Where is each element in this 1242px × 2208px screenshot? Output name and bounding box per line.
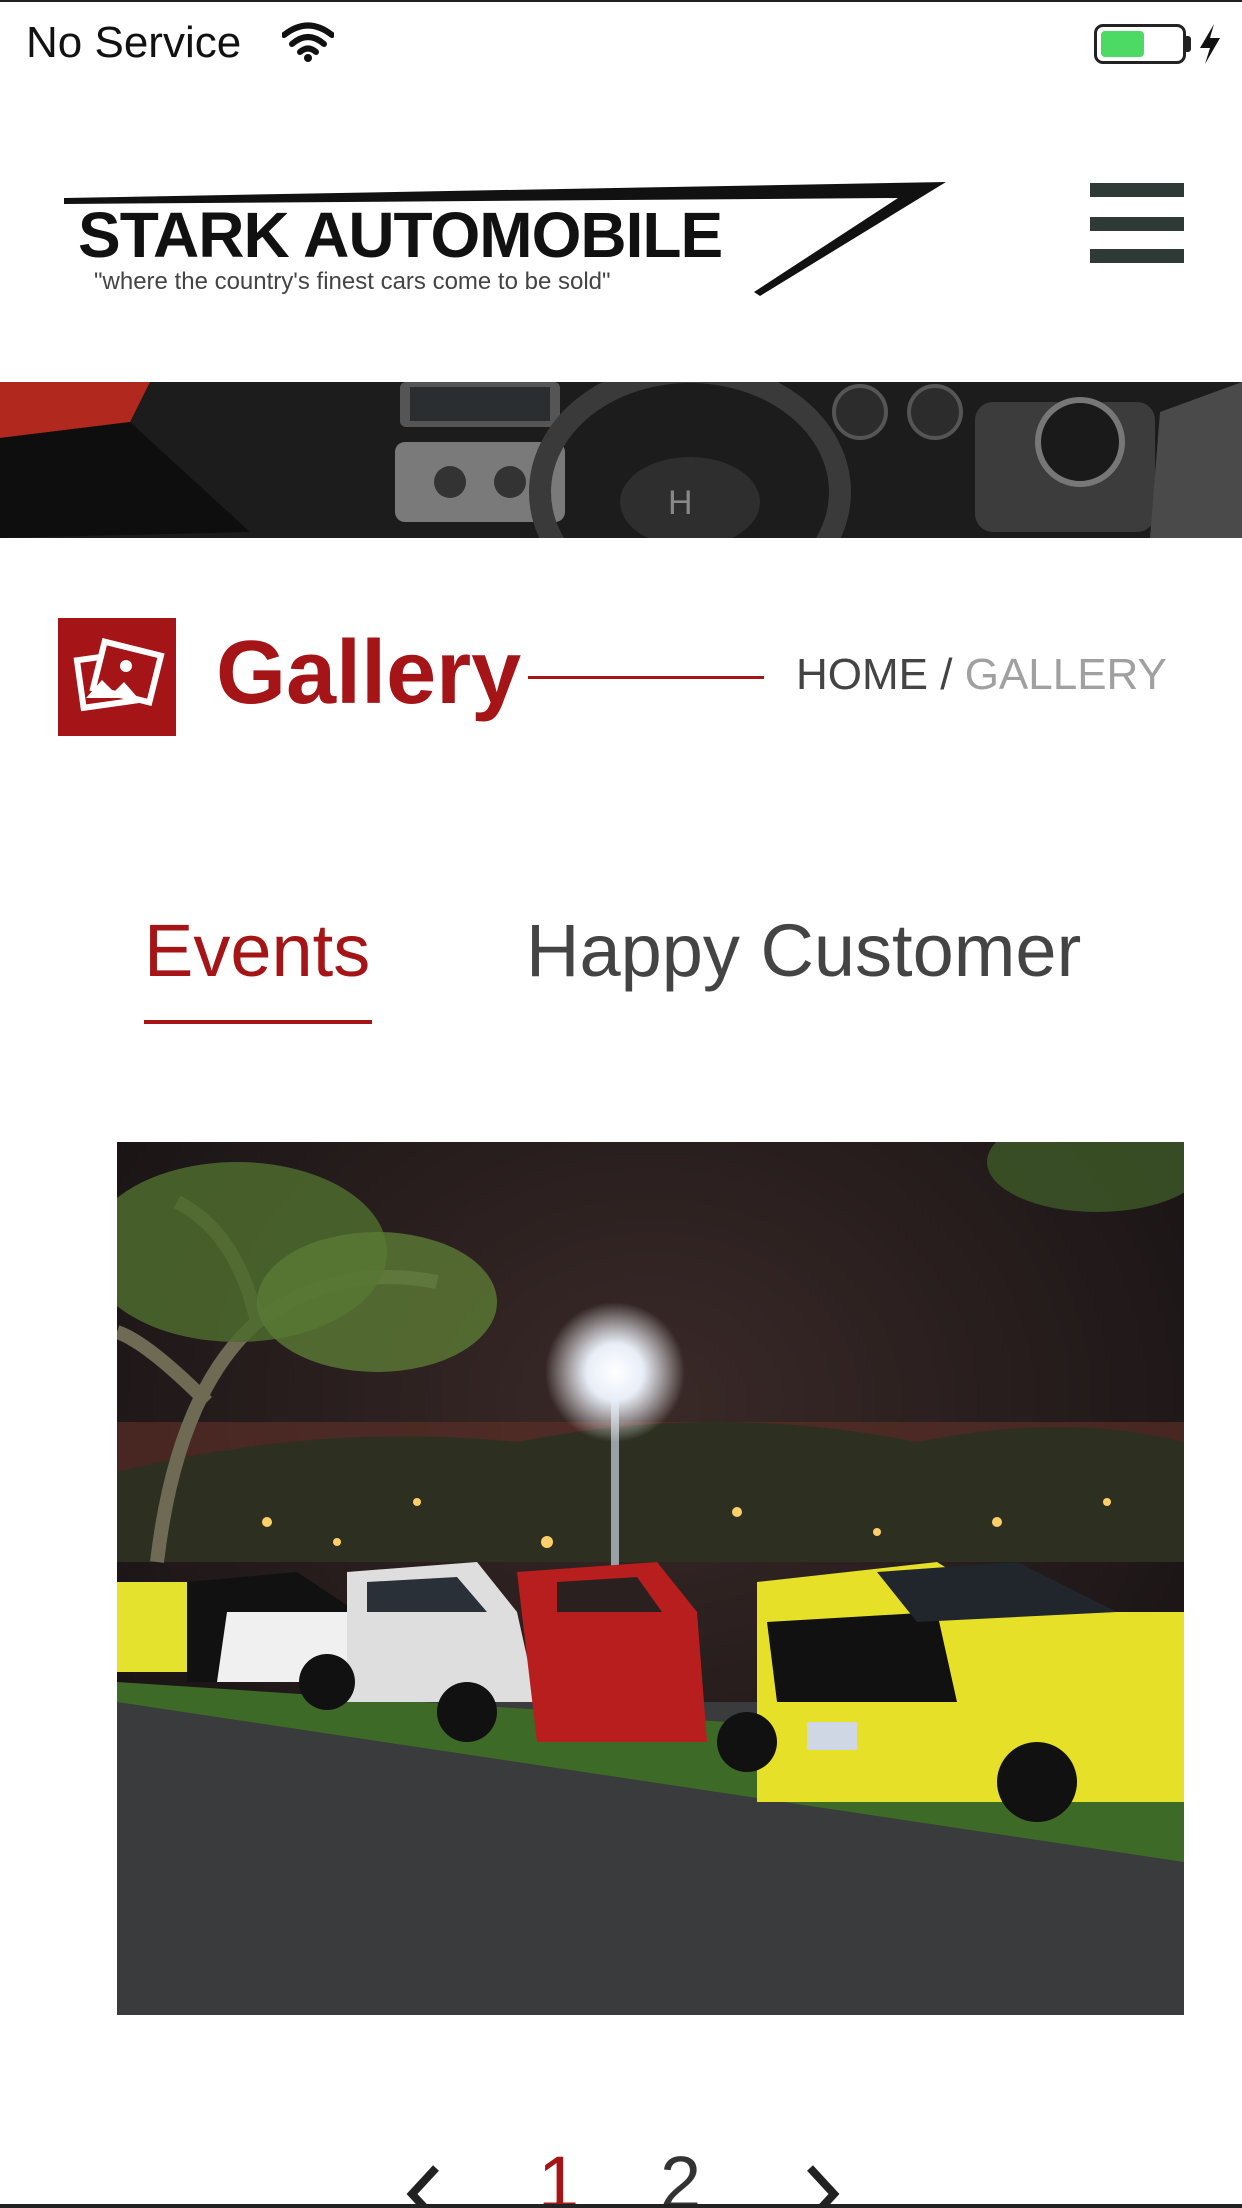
breadcrumb-separator: / bbox=[928, 650, 965, 699]
status-bar: No Service bbox=[0, 0, 1242, 84]
hamburger-menu-icon[interactable] bbox=[1090, 183, 1184, 263]
charging-bolt-icon bbox=[1200, 24, 1220, 64]
site-logo[interactable]: STARK AUTOMOBILE "where the country's fi… bbox=[60, 176, 950, 306]
carrier-label: No Service bbox=[26, 18, 242, 67]
pagination-page-2[interactable]: 2 bbox=[660, 2140, 701, 2208]
svg-text:H: H bbox=[668, 484, 693, 522]
gallery-icon bbox=[58, 618, 176, 736]
dashboard-illustration: H bbox=[0, 382, 1242, 538]
pagination-next-icon[interactable] bbox=[796, 2160, 846, 2208]
breadcrumb-current: GALLERY bbox=[964, 650, 1167, 699]
breadcrumb: HOME / GALLERY bbox=[796, 650, 1167, 700]
tab-events[interactable]: Events bbox=[144, 908, 370, 993]
header-banner-image: H bbox=[0, 382, 1242, 538]
pagination-prev-icon[interactable] bbox=[400, 2160, 450, 2208]
breadcrumb-home-link[interactable]: HOME bbox=[796, 650, 928, 699]
active-tab-indicator bbox=[144, 1020, 372, 1024]
battery-icon bbox=[1094, 24, 1186, 64]
bottom-edge-line bbox=[0, 2204, 1242, 2208]
page-title: Gallery bbox=[216, 623, 522, 723]
event-cars-photo bbox=[117, 1142, 1184, 2015]
logo-title: STARK AUTOMOBILE bbox=[78, 199, 723, 271]
title-divider bbox=[528, 676, 764, 679]
wifi-icon bbox=[282, 22, 334, 62]
tab-happy-customer[interactable]: Happy Customer bbox=[526, 908, 1081, 993]
battery-cap bbox=[1186, 36, 1191, 52]
battery-level bbox=[1101, 31, 1144, 57]
logo-tagline: "where the country's finest cars come to… bbox=[94, 268, 611, 295]
pagination-page-1[interactable]: 1 bbox=[538, 2140, 579, 2208]
gallery-photo[interactable] bbox=[117, 1142, 1184, 2015]
